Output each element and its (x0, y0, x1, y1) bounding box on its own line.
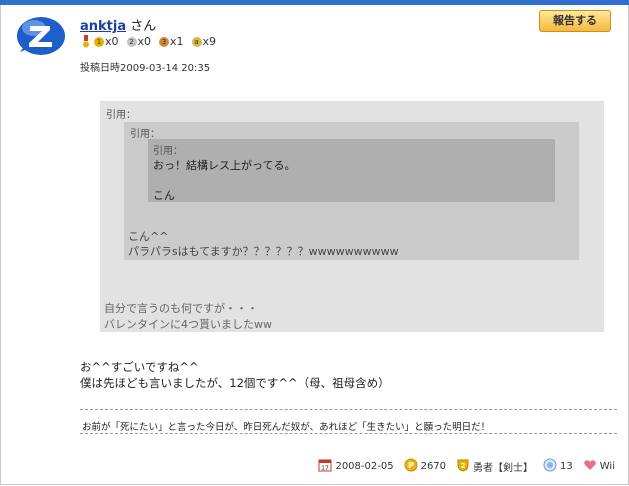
signature-divider (80, 409, 617, 410)
bronze-medal-icon: 3 (159, 36, 170, 47)
post-timestamp: 投稿日時2009-03-14 20:35 (80, 63, 211, 74)
rank-value: 勇者【剣士】 (473, 463, 534, 474)
points: P 2670 (404, 458, 446, 475)
join-date: 17 2008-02-05 (318, 458, 394, 475)
heart-icon (583, 458, 600, 475)
rank-shield-icon: 2 (456, 458, 473, 475)
username-link[interactable]: anktja (80, 19, 126, 34)
silver-medal-count: x0 (137, 35, 152, 48)
quote-inner-label: 引用： (153, 146, 183, 157)
quote-inner-line: こん (153, 189, 175, 202)
quote-outer-label: 引用： (106, 110, 136, 121)
join-date-value: 2008-02-05 (335, 461, 394, 472)
post-footer: 17 2008-02-05 P 2670 2 勇者【剣士】 13 Wii (308, 458, 615, 475)
bronze-medal: 3 x1 (159, 35, 184, 48)
level-orb-icon (543, 458, 560, 475)
report-button[interactable]: 報告する (539, 10, 611, 32)
svg-text:2: 2 (461, 462, 466, 470)
quote-outer-line: 自分で言うのも何ですが・・・ (104, 302, 258, 315)
honorific: さん (130, 19, 157, 34)
quote-middle-line: パラパラsはもてますか？？？？？？wwwwwwwwww (128, 245, 399, 258)
message-line: 僕は先ほども言いましたが、12個です^^（母、祖母含め） (80, 376, 390, 390)
signature: お前が「死にたい」と言った今日が、昨日死んだ奴が、あれほど「生きたい」と願った明… (82, 422, 491, 433)
ribbon-icon (83, 35, 89, 48)
special-medal: a x9 (191, 35, 217, 48)
quote-inner-line: おっ！結構レス上がってる。 (153, 159, 296, 172)
points-coin-icon: P (404, 458, 421, 475)
avatar[interactable] (16, 14, 66, 56)
medal-row: 1 x0 2 x0 3 x1 a x9 (83, 35, 224, 48)
post-author: anktja さん (80, 15, 156, 34)
gold-medal-icon: 1 (94, 36, 104, 47)
gold-medal: 1 x0 (83, 35, 119, 48)
svg-text:P: P (408, 461, 414, 470)
points-value: 2670 (420, 461, 447, 472)
platform-value: Wii (599, 461, 615, 472)
silver-medal-icon: 2 (126, 36, 137, 47)
message-line: お^^すごいですね^^ (80, 360, 199, 374)
calendar-icon: 17 (318, 458, 335, 475)
footer-divider (80, 433, 617, 434)
quote-middle-label: 引用： (130, 129, 160, 140)
platform: Wii (583, 458, 615, 475)
bronze-medal-count: x1 (170, 35, 184, 48)
special-medal-icon: a (191, 36, 202, 47)
silver-medal: 2 x0 (126, 35, 152, 48)
quote-outer-line: バレンタインに4つ貰いましたww (104, 318, 272, 331)
quote-middle-line: こん^^ (128, 230, 169, 243)
level: 13 (543, 458, 573, 475)
gold-medal-count: x0 (105, 35, 119, 48)
special-medal-count: x9 (202, 35, 217, 48)
rank: 2 勇者【剣士】 (456, 458, 533, 475)
svg-text:17: 17 (322, 465, 330, 472)
level-value: 13 (560, 461, 573, 472)
